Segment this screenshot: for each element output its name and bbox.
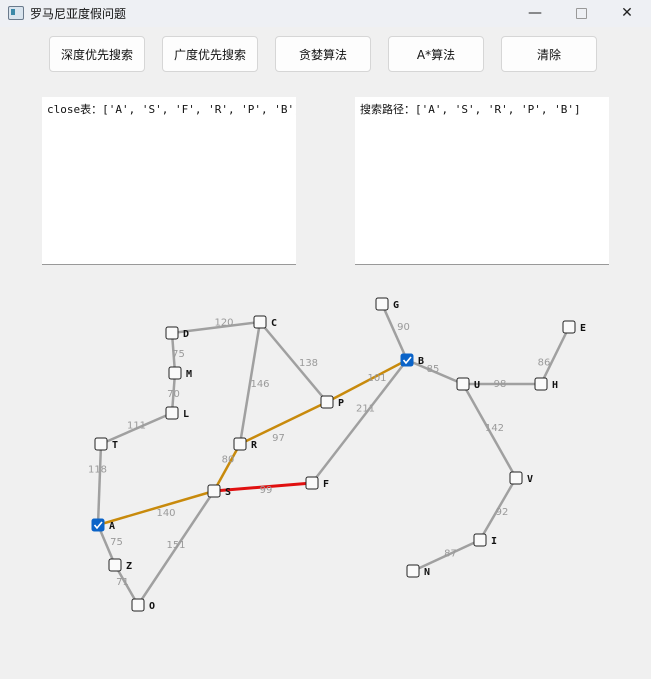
edge-weight-P-B: 101 [367, 373, 386, 384]
node-checkbox-R[interactable] [233, 437, 247, 451]
maximize-icon [575, 7, 587, 19]
node-checkbox-G[interactable] [375, 297, 389, 311]
node-label-N: N [424, 567, 430, 578]
node-checkbox-S[interactable] [207, 484, 221, 498]
dfs-button[interactable]: 深度优先搜索 [49, 36, 145, 72]
node-label-E: E [580, 323, 586, 334]
node-checkbox-U[interactable] [456, 377, 470, 391]
app-window: 罗马尼亚度假问题 — ✕ 深度优先搜索 广度优先搜索 贪婪算法 A*算法 清除 … [0, 0, 651, 679]
node-label-M: M [186, 369, 192, 380]
node-checkbox-C[interactable] [253, 315, 267, 329]
edge-weight-S-F: 99 [260, 485, 273, 496]
edge-weight-Z-O: 71 [116, 577, 129, 588]
node-label-F: F [323, 479, 329, 490]
node-label-S: S [225, 487, 231, 498]
greedy-button[interactable]: 贪婪算法 [275, 36, 371, 72]
edge-weight-M-D: 75 [172, 349, 185, 360]
edge-weight-L-M: 70 [167, 389, 180, 400]
edge-weight-U-V: 142 [485, 423, 504, 434]
node-label-C: C [271, 318, 277, 329]
close-button[interactable]: ✕ [604, 0, 650, 27]
node-label-O: O [149, 601, 155, 612]
node-checkbox-I[interactable] [473, 533, 487, 547]
edge-H-E [539, 326, 571, 385]
node-label-T: T [112, 440, 118, 451]
clear-button[interactable]: 清除 [501, 36, 597, 72]
node-checkbox-D[interactable] [165, 326, 179, 340]
app-icon [8, 6, 24, 20]
node-label-V: V [527, 474, 533, 485]
edge-weight-A-S: 140 [156, 508, 175, 519]
edge-weight-A-T: 118 [88, 465, 107, 476]
edge-S-R [212, 443, 242, 492]
edge-weight-R-P: 97 [272, 433, 285, 444]
node-checkbox-P[interactable] [320, 395, 334, 409]
node-checkbox-H[interactable] [534, 377, 548, 391]
window-title: 罗马尼亚度假问题 [30, 7, 127, 21]
node-checkbox-L[interactable] [165, 406, 179, 420]
edge-weight-S-R: 80 [222, 455, 235, 466]
node-label-G: G [393, 300, 399, 311]
bfs-button[interactable]: 广度优先搜索 [162, 36, 258, 72]
title-bar: 罗马尼亚度假问题 — ✕ [0, 0, 651, 27]
node-label-I: I [491, 536, 497, 547]
node-label-B: B [418, 356, 424, 367]
node-checkbox-B[interactable] [400, 353, 414, 367]
edge-A-T [96, 443, 103, 526]
edge-weight-V-I: 92 [496, 507, 509, 518]
node-checkbox-N[interactable] [406, 564, 420, 578]
minimize-button[interactable]: — [512, 0, 558, 27]
edge-weight-A-Z: 75 [110, 537, 123, 548]
node-checkbox-F[interactable] [305, 476, 319, 490]
node-label-D: D [183, 329, 189, 340]
node-checkbox-E[interactable] [562, 320, 576, 334]
node-checkbox-A[interactable] [91, 518, 105, 532]
edge-weight-C-R: 146 [250, 379, 269, 390]
node-checkbox-V[interactable] [509, 471, 523, 485]
node-checkbox-O[interactable] [131, 598, 145, 612]
romania-map-graph: 75 71 151 118 111 70 75 120 146 138 140 80 97 101 99 21… [88, 297, 586, 612]
node-checkbox-Z[interactable] [108, 558, 122, 572]
maximize-button[interactable] [558, 0, 604, 27]
edge-weight-C-P: 138 [299, 358, 318, 369]
node-label-Z: Z [126, 561, 132, 572]
edge-weight-T-L: 111 [127, 421, 146, 432]
edge-weight-I-N: 87 [444, 549, 457, 560]
node-label-R: R [251, 440, 258, 451]
node-checkbox-T[interactable] [94, 437, 108, 451]
edge-weight-B-G: 90 [397, 322, 410, 333]
node-label-H: H [552, 380, 558, 391]
edge-weight-U-H: 98 [494, 379, 507, 390]
edge-weight-F-B: 211 [356, 404, 375, 415]
edge-weight-O-S: 151 [166, 540, 185, 551]
astar-button[interactable]: A*算法 [388, 36, 484, 72]
search-path-output[interactable]: 搜索路径：['A', 'S', 'R', 'P', 'B'] [355, 97, 609, 265]
edge-F-B [311, 359, 408, 484]
node-label-P: P [338, 398, 344, 409]
edge-weight-H-E: 86 [538, 358, 551, 369]
node-label-U: U [474, 380, 480, 391]
close-list-output[interactable]: close表：['A', 'S', 'F', 'R', 'P', 'B'] [42, 97, 296, 265]
node-label-L: L [183, 409, 189, 420]
edge-weight-D-C: 120 [214, 318, 233, 329]
node-label-A: A [109, 521, 115, 532]
node-checkbox-M[interactable] [168, 366, 182, 380]
edge-weight-B-U: 85 [427, 364, 440, 375]
